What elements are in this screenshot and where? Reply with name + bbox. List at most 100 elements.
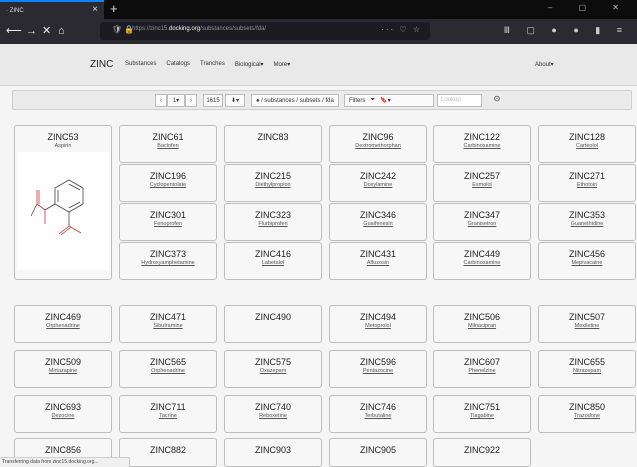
stop-icon[interactable]: ✕ — [42, 23, 51, 39]
compound-id[interactable]: ZINC693 — [15, 402, 111, 412]
compound-card[interactable]: ZINC346 Guaifenesin — [329, 203, 427, 241]
compound-id[interactable]: ZINC196 — [120, 171, 216, 181]
compound-id[interactable]: ZINC471 — [120, 312, 216, 322]
compound-card[interactable]: ZINC506 Milnacipran — [433, 305, 531, 343]
compound-id[interactable]: ZINC323 — [225, 210, 321, 220]
bookmark-icon[interactable]: 🔖▾ — [380, 97, 390, 104]
compound-name[interactable]: Carbinoxamine — [434, 260, 530, 266]
compound-id[interactable]: ZINC655 — [539, 357, 635, 367]
compound-id[interactable]: ZINC242 — [330, 171, 426, 181]
browser-tab[interactable]: · ZINC × — [0, 0, 104, 19]
compound-name[interactable]: Alfuzosin — [330, 260, 426, 266]
compound-card[interactable]: ZINC565 Orphenadrine — [119, 350, 217, 388]
compound-card[interactable]: ZINC373 Hydroxyamphetamine — [119, 242, 217, 280]
compound-card[interactable]: ZINC507 Mexiletine — [538, 305, 636, 343]
compound-card[interactable]: ZINC122 Carbinoxamine — [433, 125, 531, 163]
compound-name[interactable]: Guaifenesin — [330, 221, 426, 227]
compound-card[interactable]: ZINC242 Doxylamine — [329, 164, 427, 202]
compound-id[interactable]: ZINC905 — [330, 445, 426, 455]
compound-name[interactable]: Doxylamine — [330, 182, 426, 188]
compound-name[interactable]: Terbutaline — [330, 413, 426, 419]
compound-name[interactable]: Granisetron — [434, 221, 530, 227]
compound-id[interactable]: ZINC596 — [330, 357, 426, 367]
compound-id[interactable]: ZINC96 — [330, 132, 426, 142]
compound-name[interactable]: Esmolol — [434, 182, 530, 188]
compound-card-featured[interactable]: ZINC53 Aspirin — [14, 125, 112, 280]
compound-card[interactable]: ZINC323 Flurbiprofen — [224, 203, 322, 241]
compound-id[interactable]: ZINC469 — [15, 312, 111, 322]
toolbar-icons[interactable]: Ⅲ ▢ ● ● ▮ ≡ — [504, 25, 629, 36]
compound-card[interactable]: ZINC456 Mepivacaine — [538, 242, 636, 280]
compound-id[interactable]: ZINC751 — [434, 402, 530, 412]
compound-id[interactable]: ZINC301 — [120, 210, 216, 220]
compound-id[interactable]: ZINC565 — [120, 357, 216, 367]
compound-name[interactable]: Cyclopentolate — [120, 182, 216, 188]
compound-name[interactable]: Trazodone — [539, 413, 635, 419]
compound-id[interactable]: ZINC53 — [15, 132, 111, 142]
forward-icon[interactable]: → — [26, 23, 37, 39]
compound-card[interactable]: ZINC494 Metoprolol — [329, 305, 427, 343]
compound-card[interactable]: ZINC655 Nitrazepam — [538, 350, 636, 388]
compound-name[interactable]: Dezocine — [15, 413, 111, 419]
compound-name[interactable]: Sibutramine — [120, 323, 216, 329]
compound-id[interactable]: ZINC850 — [539, 402, 635, 412]
nav-substances[interactable]: Substances — [125, 61, 156, 68]
compound-id[interactable]: ZINC456 — [539, 249, 635, 259]
compound-name[interactable]: Tacrine — [120, 413, 216, 419]
compound-id[interactable]: ZINC882 — [120, 445, 216, 455]
compound-id[interactable]: ZINC449 — [434, 249, 530, 259]
compound-name[interactable]: Mepivacaine — [539, 260, 635, 266]
target-icon[interactable]: ⊙ — [491, 94, 503, 107]
compound-card[interactable]: ZINC61 Baclofen — [119, 125, 217, 163]
compound-card[interactable]: ZINC301 Fenoprofen — [119, 203, 217, 241]
compound-id[interactable]: ZINC746 — [330, 402, 426, 412]
compound-id[interactable]: ZINC607 — [434, 357, 530, 367]
compound-id[interactable]: ZINC507 — [539, 312, 635, 322]
compound-card[interactable]: ZINC271 Ethotoin — [538, 164, 636, 202]
compound-card[interactable]: ZINC850 Trazodone — [538, 395, 636, 433]
compound-card[interactable]: ZINC882 — [119, 438, 217, 467]
compound-card[interactable]: ZINC903 — [224, 438, 322, 467]
compound-card[interactable]: ZINC449 Carbinoxamine — [433, 242, 531, 280]
brand-logo[interactable]: ZINC — [90, 59, 113, 70]
compound-id[interactable]: ZINC740 — [225, 402, 321, 412]
compound-id[interactable]: ZINC61 — [120, 132, 216, 142]
window-controls[interactable]: – ▢ ✕ — [548, 3, 631, 12]
back-icon[interactable]: ⟵ — [6, 23, 22, 39]
nav-more[interactable]: More▾ — [274, 61, 291, 68]
compound-card[interactable]: ZINC922 — [433, 438, 531, 467]
compound-id[interactable]: ZINC922 — [434, 445, 530, 455]
compound-card[interactable]: ZINC490 — [224, 305, 322, 343]
compound-name[interactable]: Tiagabine — [434, 413, 530, 419]
filters-button[interactable]: Filters ⏷ 🔖▾ — [344, 94, 434, 107]
compound-id[interactable]: ZINC431 — [330, 249, 426, 259]
compound-id[interactable]: ZINC257 — [434, 171, 530, 181]
compound-name[interactable]: Mirtazapine — [15, 368, 111, 374]
compound-id[interactable]: ZINC128 — [539, 132, 635, 142]
compound-card[interactable]: ZINC711 Tacrine — [119, 395, 217, 433]
compound-card[interactable]: ZINC575 Oxazepam — [224, 350, 322, 388]
download-button[interactable]: ⬇▾ — [225, 94, 245, 107]
compound-id[interactable]: ZINC215 — [225, 171, 321, 181]
compound-name[interactable]: Nitrazepam — [539, 368, 635, 374]
compound-id[interactable]: ZINC490 — [225, 312, 321, 322]
compound-card[interactable]: ZINC83 — [224, 125, 322, 163]
compound-id[interactable]: ZINC373 — [120, 249, 216, 259]
home-icon[interactable]: ⌂ — [58, 23, 65, 39]
compound-name[interactable]: Fenoprofen — [120, 221, 216, 227]
close-tab-icon[interactable]: × — [92, 4, 98, 15]
compound-name[interactable]: Phenelzine — [434, 368, 530, 374]
compound-id[interactable]: ZINC506 — [434, 312, 530, 322]
compound-name[interactable]: Milnacipran — [434, 323, 530, 329]
nav-tranches[interactable]: Tranches — [200, 61, 225, 68]
new-tab-icon[interactable]: + — [110, 0, 118, 18]
compound-card[interactable]: ZINC347 Granisetron — [433, 203, 531, 241]
compound-name[interactable]: Guanethidine — [539, 221, 635, 227]
compound-id[interactable]: ZINC83 — [225, 132, 321, 142]
prev-page-button[interactable]: ‹ — [155, 94, 167, 107]
compound-name[interactable]: Pentazocine — [330, 368, 426, 374]
compound-card[interactable]: ZINC751 Tiagabine — [433, 395, 531, 433]
compound-name[interactable]: Carteolol — [539, 143, 635, 149]
compound-card[interactable]: ZINC96 Dextromethorphan — [329, 125, 427, 163]
compound-name[interactable]: Hydroxyamphetamine — [120, 260, 216, 266]
